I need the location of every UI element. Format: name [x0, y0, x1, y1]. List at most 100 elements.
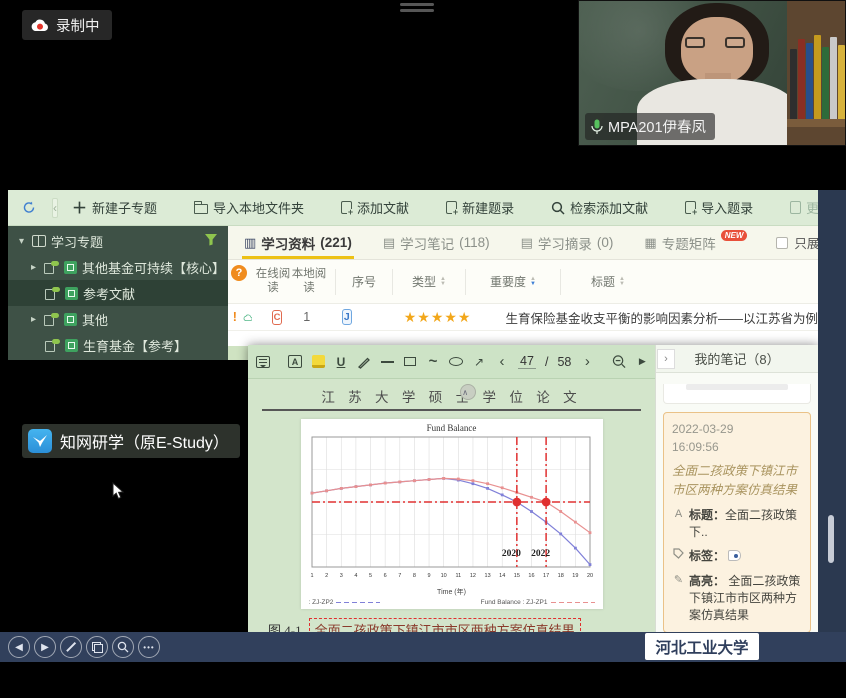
literature-list-panel: ▥ 学习资料(221) ▤ 学习笔记(118) ▤ 学习摘录(0) ▦ 专题矩阵…	[228, 226, 818, 360]
tab-study-notes[interactable]: ▤ 学习笔记(118)	[381, 226, 492, 259]
estudy-toolbar: ‹ ＋ 新建子专题 导入本地文件夹 + 添加文献 + 新建题录 检索添加文献	[8, 190, 818, 226]
chart-title: Fund Balance	[307, 423, 597, 433]
bookshelf	[787, 1, 845, 146]
next-button[interactable]: ▶	[34, 636, 56, 658]
recording-label: 录制中	[56, 15, 100, 36]
tab-study-excerpts[interactable]: ▤ 学习摘录(0)	[519, 226, 616, 259]
col-online-read[interactable]: 在线阅读	[255, 268, 291, 294]
search-add-literature-button[interactable]: 检索添加文献	[551, 198, 648, 217]
sidebar-item-other-fund-sustain[interactable]: ▸ 其他基金可持续【核心】	[8, 254, 228, 280]
collapse-notes-button[interactable]: ›	[657, 349, 675, 369]
table-header-row: ? 在线阅读 本地阅读 序号 类型 ▲▼ 重要度 ▲▼	[228, 260, 818, 304]
sync-status-icon	[45, 339, 60, 352]
more-button[interactable]: •••	[138, 636, 160, 658]
highlight-icon[interactable]	[312, 355, 325, 368]
sidebar-item-study-topics[interactable]: ▾ 学习专题	[8, 228, 228, 254]
note-quote: 全面二孩政策下镇江市市区两种方案仿真结果	[672, 462, 802, 500]
svg-text:8: 8	[412, 573, 415, 579]
highlight-pen-icon: ✎	[672, 573, 685, 625]
sidebar-item-fertility-fund[interactable]: 生育基金【参考】	[8, 332, 228, 358]
page-number-input[interactable]: 47	[518, 354, 536, 369]
tab-topic-matrix[interactable]: ▦ 专题矩阵 NEW	[642, 226, 749, 259]
svg-text:6: 6	[383, 573, 386, 579]
magnifier-button[interactable]	[112, 636, 134, 658]
svg-text:7: 7	[398, 573, 401, 579]
scrollbar-thumb[interactable]	[828, 515, 834, 563]
col-seq[interactable]: 序号	[344, 273, 384, 290]
import-local-folder-button[interactable]: 导入本地文件夹	[194, 198, 304, 217]
svg-text:5: 5	[368, 573, 371, 579]
cnki-researcher-icon	[28, 429, 52, 453]
note-field-tags: 标签：	[672, 548, 802, 565]
text-note-icon[interactable]: A	[288, 355, 302, 368]
notes-title: 我的笔记（8）	[694, 349, 779, 368]
sidebar-item-references[interactable]: 参考文献	[8, 280, 228, 306]
participant-video[interactable]: MPA201伊春凤	[578, 0, 846, 146]
next-page-icon[interactable]: ›	[580, 354, 594, 370]
window-drag-handle[interactable]	[400, 3, 434, 15]
import-records-button[interactable]: + 导入题录	[685, 198, 753, 217]
topic-icon	[64, 261, 77, 274]
caret-right-icon[interactable]: ▸	[28, 314, 39, 325]
collapse-button[interactable]: ∧	[460, 384, 476, 400]
comment-icon[interactable]	[256, 356, 270, 368]
legend-label-zp2: : ZJ-ZP2	[309, 599, 334, 606]
col-type[interactable]: 类型 ▲▼	[401, 273, 457, 290]
topic-icon	[64, 313, 77, 326]
svg-text:20: 20	[586, 573, 592, 579]
caj-file-icon[interactable]: C	[272, 310, 281, 325]
chart-xlabel: Time (年)	[307, 587, 597, 597]
note-date: 2022-03-29	[672, 420, 802, 438]
page-separator: /	[545, 355, 548, 369]
windows-button[interactable]	[86, 636, 108, 658]
caret-right-icon[interactable]: ▸	[28, 262, 39, 273]
tabs-bar: ▥ 学习资料(221) ▤ 学习笔记(118) ▤ 学习摘录(0) ▦ 专题矩阵…	[228, 226, 818, 260]
add-literature-button[interactable]: + 添加文献	[341, 198, 409, 217]
underline-icon[interactable]: U	[334, 354, 348, 370]
topics-book-icon	[32, 235, 46, 247]
doc-refresh-icon	[790, 201, 801, 214]
ellipse-tool-icon[interactable]	[449, 357, 463, 366]
desktop-side-strip	[818, 190, 846, 632]
zoom-out-icon[interactable]	[612, 354, 626, 370]
importance-stars[interactable]: ★★★★★	[404, 309, 472, 326]
caret-down-icon[interactable]: ▾	[16, 236, 27, 247]
tag-chip[interactable]	[728, 550, 741, 561]
participant-name-label: MPA201伊春凤	[585, 113, 715, 140]
cloud-online-icon[interactable]	[243, 311, 253, 324]
help-icon[interactable]: ?	[231, 265, 247, 281]
notes-icon: ▤	[383, 235, 395, 251]
refresh-icon[interactable]	[22, 201, 36, 215]
pdf-page-area: A U ~ ↗ ‹ 47 / 5 8 ›	[248, 345, 655, 632]
svg-text:19: 19	[572, 573, 578, 579]
col-title[interactable]: 标题 ▲▼	[591, 273, 625, 290]
tab-study-materials[interactable]: ▥ 学习资料(221)	[242, 226, 354, 259]
filter-icon[interactable]	[204, 233, 218, 249]
arrow-tool-icon[interactable]: ↗	[472, 354, 486, 370]
line-tool-icon[interactable]	[381, 361, 394, 363]
notes-panel-header: 我的笔记（8）	[656, 345, 818, 373]
prev-page-icon[interactable]: ‹	[495, 354, 509, 370]
play-icon[interactable]: ▶	[635, 354, 649, 370]
collapse-panel-button[interactable]: ‹	[52, 198, 58, 218]
university-watermark: 河北工业大学	[645, 633, 759, 660]
show-current-topic-checkbox[interactable]	[776, 237, 788, 249]
table-row[interactable]: ! C 1 J ★★★★★ 生育保险基金收支平衡的影响因素分析——以江苏省为例	[228, 304, 818, 331]
svg-text:2: 2	[325, 573, 328, 579]
caption-highlight-box[interactable]: 全面二孩政策下镇江市市区两种方案仿真结果	[309, 618, 581, 632]
col-local-read[interactable]: 本地阅读	[291, 268, 327, 294]
new-record-button[interactable]: + 新建题录	[446, 198, 514, 217]
participant-name: MPA201伊春凤	[608, 116, 706, 137]
note-card[interactable]: 2022-03-29 16:09:56 全面二孩政策下镇江市市区两种方案仿真结果…	[663, 412, 811, 632]
prev-button[interactable]: ◀	[8, 636, 30, 658]
rectangle-tool-icon[interactable]	[404, 357, 416, 366]
annotate-pen-button[interactable]	[60, 636, 82, 658]
pen-icon[interactable]	[357, 354, 371, 370]
sidebar-item-other[interactable]: ▸ 其他	[8, 306, 228, 332]
col-importance[interactable]: 重要度 ▲▼	[474, 273, 552, 290]
caption-prefix: 图 4-1	[268, 620, 302, 632]
new-subtopic-button[interactable]: ＋ 新建子专题	[72, 197, 157, 218]
squiggle-tool-icon[interactable]: ~	[426, 354, 440, 370]
row-title[interactable]: 生育保险基金收支平衡的影响因素分析——以江苏省为例	[505, 308, 818, 327]
note-card-partial[interactable]	[663, 384, 811, 404]
